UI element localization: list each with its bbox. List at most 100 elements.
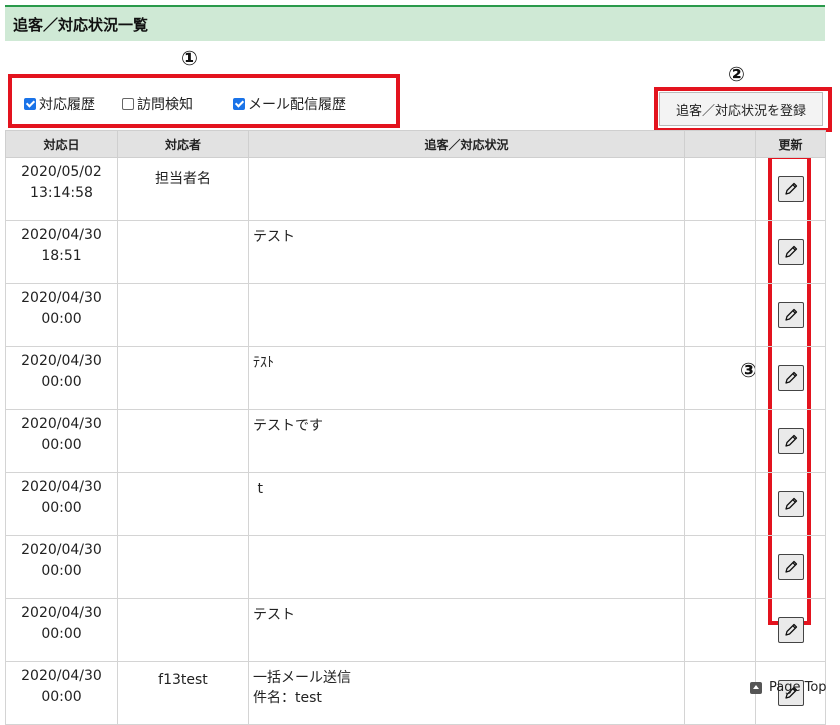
date-cell: 2020/04/30 00:00 xyxy=(5,472,118,536)
person-cell xyxy=(117,220,249,284)
status-cell xyxy=(248,535,685,599)
edit-button[interactable] xyxy=(777,617,804,643)
person-cell xyxy=(117,409,249,473)
time-text: 00:00 xyxy=(41,437,82,453)
time-text: 00:00 xyxy=(41,500,82,516)
filter-response-history[interactable]: 対応履歴 xyxy=(24,94,95,114)
col-header-person: 対応者 xyxy=(117,130,249,158)
annotation-marker-2: ② xyxy=(728,62,745,86)
status-cell: テストです xyxy=(248,409,685,473)
filter-visit-detection[interactable]: 訪問検知 xyxy=(122,94,193,114)
time-text: 00:00 xyxy=(41,563,82,579)
status-cell: t xyxy=(248,472,685,536)
time-text: 00:00 xyxy=(41,626,82,642)
table-row: 2020/04/30 00:00 xyxy=(5,535,826,599)
date-cell: 2020/04/30 00:00 xyxy=(5,409,118,473)
edit-button[interactable] xyxy=(777,239,804,265)
edit-button[interactable] xyxy=(777,302,804,328)
page-top-label: Page Top xyxy=(769,680,827,695)
status-text: テスト xyxy=(253,229,295,245)
filter-label: メール配信履歴 xyxy=(248,97,346,113)
mail-history-checkbox[interactable] xyxy=(233,98,245,110)
filter-group: 対応履歴 訪問検知 メール配信履歴 xyxy=(24,94,346,114)
time-text: 00:00 xyxy=(41,689,82,705)
date-cell: 2020/04/30 00:00 xyxy=(5,346,118,410)
time-text: 00:00 xyxy=(41,311,82,327)
col-header-blank xyxy=(684,130,756,158)
person-cell xyxy=(117,472,249,536)
edit-button[interactable] xyxy=(777,176,804,202)
blank-cell xyxy=(684,220,756,284)
date-cell: 2020/04/30 00:00 xyxy=(5,283,118,347)
status-text: 一括メール送信 xyxy=(253,670,351,686)
page-top-link[interactable]: Page Top xyxy=(750,680,827,695)
status-text: テストです xyxy=(253,418,323,434)
date-cell: 2020/04/30 00:00 xyxy=(5,661,118,725)
blank-cell xyxy=(684,157,756,221)
time-text: 18:51 xyxy=(41,248,82,264)
person-cell: 担当者名 xyxy=(117,157,249,221)
page-title-bar: 追客／対応状況一覧 xyxy=(5,5,825,41)
date-cell: 2020/04/30 00:00 xyxy=(5,598,118,662)
status-cell xyxy=(248,283,685,347)
status-text: テスト xyxy=(253,607,295,623)
update-cell xyxy=(755,346,826,410)
table-row: 2020/05/02 13:14:58 担当者名 xyxy=(5,157,826,221)
date-text: 2020/04/30 xyxy=(21,542,102,558)
time-text: 13:14:58 xyxy=(30,185,93,201)
blank-cell xyxy=(684,535,756,599)
update-cell xyxy=(755,157,826,221)
annotation-marker-1: ① xyxy=(181,46,198,70)
response-history-checkbox[interactable] xyxy=(24,98,36,110)
status-cell: 一括メール送信 件名：test xyxy=(248,661,685,725)
status-text: ﾃｽﾄ xyxy=(253,355,274,371)
table-row: 2020/04/30 00:00 xyxy=(5,283,826,347)
date-cell: 2020/04/30 18:51 xyxy=(5,220,118,284)
blank-cell xyxy=(684,661,756,725)
update-cell xyxy=(755,472,826,536)
table-row: 2020/04/30 00:00 テストです xyxy=(5,409,826,473)
filter-label: 対応履歴 xyxy=(39,97,95,113)
arrow-up-icon xyxy=(750,681,762,694)
table-row: 2020/04/30 18:51 テスト xyxy=(5,220,826,284)
status-table: 対応日 対応者 追客／対応状況 更新 2020/05/02 13:14:58 担当者… xyxy=(5,130,826,725)
blank-cell xyxy=(684,409,756,473)
table-header-row: 対応日 対応者 追客／対応状況 更新 xyxy=(5,130,826,158)
col-header-status: 追客／対応状況 xyxy=(248,130,685,158)
status-cell xyxy=(248,157,685,221)
update-cell xyxy=(755,598,826,662)
blank-cell xyxy=(684,472,756,536)
date-text: 2020/04/30 xyxy=(21,290,102,306)
blank-cell xyxy=(684,598,756,662)
edit-button[interactable] xyxy=(777,554,804,580)
visit-detection-checkbox[interactable] xyxy=(122,98,134,110)
date-text: 2020/04/30 xyxy=(21,416,102,432)
status-text: t xyxy=(253,481,263,497)
filter-mail-history[interactable]: メール配信履歴 xyxy=(233,94,346,114)
update-cell xyxy=(755,409,826,473)
blank-cell xyxy=(684,283,756,347)
status-cell: ﾃｽﾄ xyxy=(248,346,685,410)
person-cell xyxy=(117,346,249,410)
filter-label: 訪問検知 xyxy=(137,97,193,113)
edit-button[interactable] xyxy=(777,365,804,391)
date-text: 2020/04/30 xyxy=(21,605,102,621)
edit-button[interactable] xyxy=(777,491,804,517)
date-text: 2020/04/30 xyxy=(21,668,102,684)
status-cell: テスト xyxy=(248,598,685,662)
update-cell xyxy=(755,220,826,284)
date-cell: 2020/05/02 13:14:58 xyxy=(5,157,118,221)
register-status-button[interactable]: 追客／対応状況を登録 xyxy=(659,92,823,126)
update-cell xyxy=(755,283,826,347)
table-row: 2020/04/30 00:00 テスト xyxy=(5,598,826,662)
status-subtext: 件名：test xyxy=(253,690,322,706)
blank-cell xyxy=(684,346,756,410)
date-text: 2020/04/30 xyxy=(21,479,102,495)
edit-button[interactable] xyxy=(777,428,804,454)
person-cell xyxy=(117,535,249,599)
time-text: 00:00 xyxy=(41,374,82,390)
table-row: 2020/04/30 00:00 t xyxy=(5,472,826,536)
update-cell xyxy=(755,535,826,599)
table-row: 2020/04/30 00:00 ﾃｽﾄ xyxy=(5,346,826,410)
col-header-date: 対応日 xyxy=(5,130,118,158)
